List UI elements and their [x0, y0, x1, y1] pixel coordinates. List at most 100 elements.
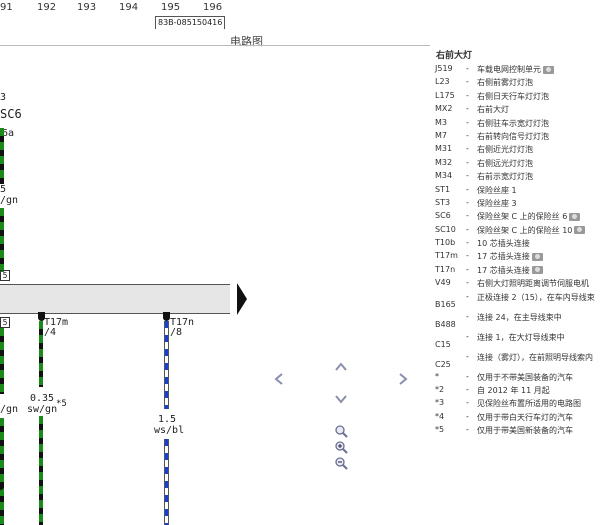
legend-item: V49 - 右侧大灯照明距离调节伺服电机	[432, 278, 601, 291]
legend-code: M32	[435, 157, 453, 167]
chevron-down-icon[interactable]	[334, 392, 348, 408]
legend-code: C15	[435, 339, 451, 349]
legend-description: 正极连接 2（15），在车内导线束	[477, 292, 595, 303]
page-title: 电路图	[230, 35, 263, 48]
legend-item: B488- 连接 24，在主导线束中	[432, 312, 601, 332]
legend-list: J519- 车载电网控制单元 L23- 右侧前雾灯灯泡 L175- 右侧日天行车灯灯泡 MX…	[432, 64, 601, 439]
column-number: 196	[203, 2, 223, 13]
part-number: 83B-085150416	[155, 16, 226, 29]
legend-item: T17n -17 芯插头连接	[432, 265, 601, 278]
camera-icon[interactable]	[531, 252, 543, 261]
chevron-left-icon[interactable]	[274, 372, 284, 390]
connector-box: 5	[0, 270, 10, 281]
wire-color-label: sw/gn	[27, 404, 58, 415]
legend-code: MX2	[435, 104, 453, 114]
component-bar	[0, 284, 230, 314]
legend-dash: -	[466, 371, 469, 381]
legend-description-text: 右侧近光灯灯泡	[477, 145, 533, 155]
legend-description: 自 2012 年 11 月起	[477, 385, 550, 396]
legend-code: T17n	[435, 264, 456, 274]
legend-code: T17m	[435, 251, 458, 261]
zoom-out-icon[interactable]	[335, 455, 348, 470]
legend-description-text: 右前转向信号灯灯泡	[477, 131, 549, 141]
legend-item: M3 - 右侧驻车示宽灯灯泡	[432, 118, 601, 131]
legend-description: 右侧近光灯灯泡	[477, 144, 533, 155]
legend-dash: -	[466, 171, 469, 181]
fuse-label-sc6: SC6	[0, 107, 22, 121]
connector-pin-t17m: /4	[44, 327, 57, 338]
chevron-up-icon[interactable]	[334, 360, 348, 376]
legend-code: M31	[435, 144, 453, 154]
legend-description-text: 右侧前雾灯灯泡	[477, 78, 533, 88]
legend-description-text: 仅用于不带美国装备的汽车	[477, 372, 573, 382]
legend-dash: -	[466, 77, 469, 87]
camera-icon[interactable]	[543, 65, 554, 74]
connector-pin-t17n: /8	[170, 327, 183, 338]
legend-description: 17 芯插头连接	[477, 265, 543, 276]
camera-icon[interactable]	[531, 266, 543, 275]
legend-item: L23 - 右侧前雾灯灯泡	[432, 77, 601, 90]
wire-size-label: 0.35	[30, 393, 55, 404]
legend-item: ST1 - 保险丝座 1	[432, 185, 601, 198]
legend-dash: -	[466, 425, 469, 435]
legend-code: L23	[435, 77, 450, 87]
legend-dash: -	[466, 157, 469, 167]
legend-description: 见保险丝布置所适用的电路图	[477, 398, 581, 409]
legend-description: 保险丝座 1	[477, 185, 517, 196]
legend-description-text: 保险丝架 C 上的保险丝 6	[477, 212, 568, 222]
legend-description: 右前示宽灯灯泡	[477, 171, 533, 182]
continuation-arrow-icon[interactable]	[237, 283, 247, 315]
legend-dash: -	[466, 238, 469, 248]
wire-ws-bl-lower	[164, 439, 169, 525]
legend-dash: -	[466, 197, 469, 207]
legend-description: 保险丝架 C 上的保险丝 10	[477, 225, 586, 236]
wire-color-label: /gn	[0, 195, 19, 206]
legend-description: 10 芯插头连接	[477, 238, 530, 249]
legend-code: *	[435, 371, 439, 381]
legend-description-text: 17 芯插头连接	[477, 265, 530, 275]
legend-dash: -	[466, 224, 469, 234]
legend-description: 连接 1，在大灯导线束中	[477, 332, 565, 343]
camera-icon[interactable]	[569, 212, 581, 221]
legend-item: *5 - 仅用于带美国新装备的汽车	[432, 425, 601, 438]
legend-description: 仅用于带美国新装备的汽车	[477, 425, 573, 436]
legend-item: M7 - 右前转向信号灯灯泡	[432, 131, 601, 144]
camera-icon[interactable]	[574, 226, 586, 235]
column-number: 192	[37, 2, 57, 13]
legend-code: B488	[435, 319, 456, 329]
wire-color-label: /gn	[0, 404, 19, 415]
column-number: 195	[161, 2, 181, 13]
chevron-right-icon[interactable]	[398, 372, 408, 390]
legend-description-text: 保险丝座 3	[477, 198, 517, 208]
legend-title: 右前大灯	[436, 51, 473, 61]
legend-item: T10b -10 芯插头连接	[432, 238, 601, 251]
legend-dash: -	[466, 331, 469, 341]
legend-description: 连接（雾灯），在前照明导线索内	[477, 352, 593, 363]
legend-description: 右侧前雾灯灯泡	[477, 77, 533, 88]
legend-description-text: 右前大灯	[477, 105, 509, 115]
legend-description-text: 右侧驻车示宽灯灯泡	[477, 118, 549, 128]
zoom-search-icon[interactable]	[335, 423, 348, 438]
wire-ws-bl	[164, 321, 169, 409]
legend-dash: -	[466, 278, 469, 288]
legend-description-text: 连接 24，在主导线束中	[477, 312, 562, 322]
legend-description: 保险丝座 3	[477, 198, 517, 209]
legend-description-text: 右侧大灯照明距离调节伺服电机	[477, 279, 589, 289]
wire-size-label: 1.5	[158, 414, 177, 425]
legend-description: 右前转向信号灯灯泡	[477, 131, 549, 142]
legend-item: M31 - 右侧近光灯灯泡	[432, 144, 601, 157]
divider	[0, 45, 430, 46]
legend-item: C15 - 连接 1，在大灯导线束中	[432, 332, 601, 352]
legend-description: 右侧驻车示宽灯灯泡	[477, 118, 549, 129]
legend-description-text: 10 芯插头连接	[477, 239, 530, 249]
column-number: 193	[77, 2, 97, 13]
legend-dash: -	[466, 351, 469, 361]
wire-sw-gn-lower	[39, 416, 43, 525]
legend-description-text: 仅用于带美国新装备的汽车	[477, 426, 573, 436]
legend-item: J519 - 车载电网控制单元	[432, 64, 601, 77]
zoom-in-icon[interactable]	[335, 439, 348, 454]
legend-code: L175	[435, 90, 455, 100]
legend-description-text: 连接 1，在大灯导线束中	[477, 332, 565, 342]
legend-description: 右侧远光灯灯泡	[477, 158, 533, 169]
legend-item: T17m -17 芯插头连接	[432, 251, 601, 264]
